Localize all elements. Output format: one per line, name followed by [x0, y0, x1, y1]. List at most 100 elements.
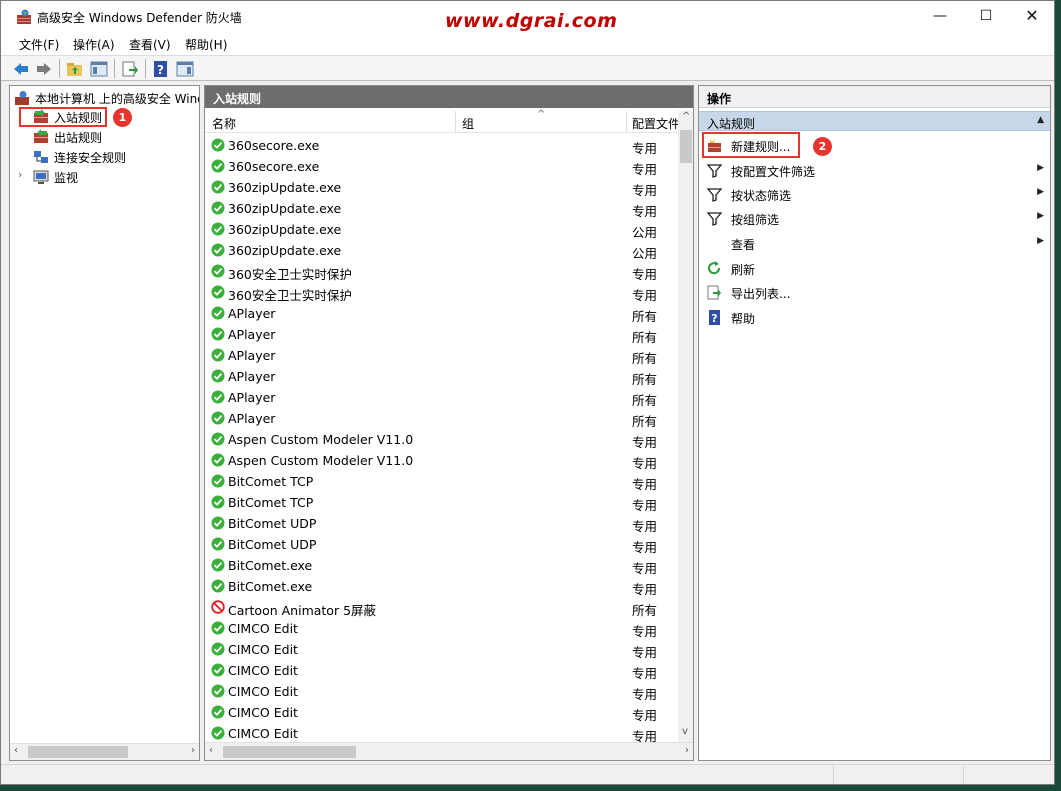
column-header-group[interactable]: 组	[462, 115, 474, 132]
scrollbar-thumb[interactable]	[223, 746, 356, 758]
scroll-right-arrow-icon[interactable]: ›	[191, 745, 195, 756]
table-row[interactable]: APlayer 所有	[205, 345, 679, 366]
rule-profile: 所有	[632, 330, 658, 345]
minimize-button[interactable]: —	[917, 1, 963, 31]
table-row[interactable]: 360安全卫士实时保护 专用	[205, 282, 679, 303]
table-row[interactable]: Aspen Custom Modeler V11.0 专用	[205, 429, 679, 450]
list-vertical-scrollbar[interactable]: ^ v	[678, 111, 693, 742]
actions-section-inbound[interactable]: 入站规则 ▲	[699, 111, 1050, 131]
table-row[interactable]: BitComet UDP 专用	[205, 534, 679, 555]
action-item[interactable]: ? 帮助	[699, 305, 1050, 329]
rule-profile: 所有	[632, 309, 658, 324]
expand-chevron-icon[interactable]: ›	[18, 168, 22, 181]
firewall-app-icon	[17, 9, 31, 24]
status-cell	[833, 765, 963, 784]
table-row[interactable]: 360安全卫士实时保护 专用	[205, 261, 679, 282]
table-row[interactable]: APlayer 所有	[205, 387, 679, 408]
rule-profile: 所有	[632, 414, 658, 429]
export-list-icon[interactable]	[121, 60, 139, 78]
action-item-label: 刷新	[731, 263, 756, 277]
scroll-right-arrow-icon[interactable]: ›	[685, 745, 689, 756]
table-row[interactable]: Cartoon Animator 5屏蔽 所有	[205, 597, 679, 618]
table-row[interactable]: CIMCO Edit 专用	[205, 660, 679, 681]
actions-pane-title: 操作	[699, 86, 1050, 108]
action-item[interactable]: 导出列表...	[699, 280, 1050, 304]
rule-profile: 专用	[632, 645, 658, 660]
column-separator[interactable]	[626, 111, 627, 133]
action-item[interactable]: 按组筛选 ▶	[699, 206, 1050, 230]
scrollbar-thumb[interactable]	[28, 746, 128, 758]
table-row[interactable]: BitComet.exe 专用	[205, 555, 679, 576]
help-icon[interactable]: ?	[152, 60, 170, 78]
table-row[interactable]: CIMCO Edit 专用	[205, 618, 679, 639]
close-button[interactable]: ✕	[1009, 1, 1054, 31]
rule-profile: 专用	[632, 183, 658, 198]
table-row[interactable]: CIMCO Edit 专用	[205, 639, 679, 660]
rule-name: CIMCO Edit	[228, 705, 298, 720]
menu-view[interactable]: 查看(V)	[129, 36, 171, 53]
rules-list-pane: 入站规则 名称 组 ^ 配置文件 360secore.exe 专用 360secor…	[204, 85, 694, 761]
scroll-down-arrow-icon[interactable]: v	[682, 726, 688, 737]
table-row[interactable]: BitComet UDP 专用	[205, 513, 679, 534]
action-item-label: 查看	[731, 238, 756, 252]
rule-profile: 公用	[632, 225, 658, 240]
table-row[interactable]: APlayer 所有	[205, 303, 679, 324]
menu-file[interactable]: 文件(F)	[19, 36, 59, 53]
table-row[interactable]: APlayer 所有	[205, 324, 679, 345]
table-row[interactable]: APlayer 所有	[205, 408, 679, 429]
rule-name: APlayer	[228, 369, 276, 384]
list-horizontal-scrollbar[interactable]: ‹ ›	[205, 742, 693, 760]
svg-text:?: ?	[157, 63, 164, 77]
back-arrow-icon[interactable]	[12, 60, 30, 78]
maximize-button[interactable]: ☐	[963, 1, 1009, 31]
menu-help[interactable]: 帮助(H)	[185, 36, 227, 53]
tree-item-outbound-rules[interactable]: 出站规则	[33, 127, 193, 147]
column-separator[interactable]	[455, 111, 456, 133]
action-item[interactable]: 刷新	[699, 256, 1050, 280]
connection-security-icon	[34, 151, 48, 163]
action-item[interactable]: 查看 ▶	[699, 231, 1050, 255]
refresh-icon	[708, 261, 721, 275]
toolbar-separator	[114, 59, 115, 78]
action-item-label: 按状态筛选	[731, 189, 792, 203]
table-row[interactable]: BitComet.exe 专用	[205, 576, 679, 597]
menu-action[interactable]: 操作(A)	[73, 36, 115, 53]
action-pane-icon[interactable]	[176, 60, 194, 78]
table-row[interactable]: CIMCO Edit 专用	[205, 681, 679, 702]
collapse-triangle-icon[interactable]: ▲	[1037, 115, 1044, 125]
tree-item-connection-security-rules[interactable]: 连接安全规则	[33, 147, 193, 167]
tree-item-monitor[interactable]: › 监视	[18, 167, 178, 187]
forward-arrow-icon[interactable]	[35, 60, 53, 78]
table-row[interactable]: 360zipUpdate.exe 专用	[205, 177, 679, 198]
allow-rule-icon	[211, 663, 225, 677]
table-row[interactable]: BitComet TCP 专用	[205, 492, 679, 513]
column-header-name[interactable]: 名称	[212, 115, 236, 132]
up-folder-icon[interactable]	[66, 60, 84, 78]
column-header-profile[interactable]: 配置文件	[632, 115, 680, 132]
rule-profile: 专用	[632, 498, 658, 513]
monitor-icon	[33, 170, 49, 184]
table-row[interactable]: BitComet TCP 专用	[205, 471, 679, 492]
table-row[interactable]: Aspen Custom Modeler V11.0 专用	[205, 450, 679, 471]
scroll-left-arrow-icon[interactable]: ‹	[14, 745, 18, 756]
scrollbar-thumb[interactable]	[680, 130, 692, 163]
table-row[interactable]: 360secore.exe 专用	[205, 156, 679, 177]
scroll-left-arrow-icon[interactable]: ‹	[209, 745, 213, 756]
table-row[interactable]: 360secore.exe 专用	[205, 135, 679, 156]
table-row[interactable]: 360zipUpdate.exe 公用	[205, 219, 679, 240]
action-item[interactable]: 按状态筛选 ▶	[699, 182, 1050, 206]
table-row[interactable]: APlayer 所有	[205, 366, 679, 387]
action-item[interactable]: 按配置文件筛选 ▶	[699, 158, 1050, 182]
rule-name: Aspen Custom Modeler V11.0	[228, 453, 414, 468]
allow-rule-icon	[211, 306, 225, 320]
table-row[interactable]: 360zipUpdate.exe 专用	[205, 198, 679, 219]
show-hide-tree-icon[interactable]	[90, 60, 108, 78]
table-row[interactable]: CIMCO Edit 专用	[205, 723, 679, 744]
scroll-up-arrow-icon[interactable]: ^	[682, 111, 690, 122]
tree-root[interactable]: 本地计算机 上的高级安全 Windows Defender 防火墙	[14, 88, 199, 108]
rule-profile: 专用	[632, 141, 658, 156]
tree-horizontal-scrollbar[interactable]: ‹ ›	[10, 743, 199, 760]
table-row[interactable]: CIMCO Edit 专用	[205, 702, 679, 723]
rule-profile: 所有	[632, 393, 658, 408]
table-row[interactable]: 360zipUpdate.exe 公用	[205, 240, 679, 261]
